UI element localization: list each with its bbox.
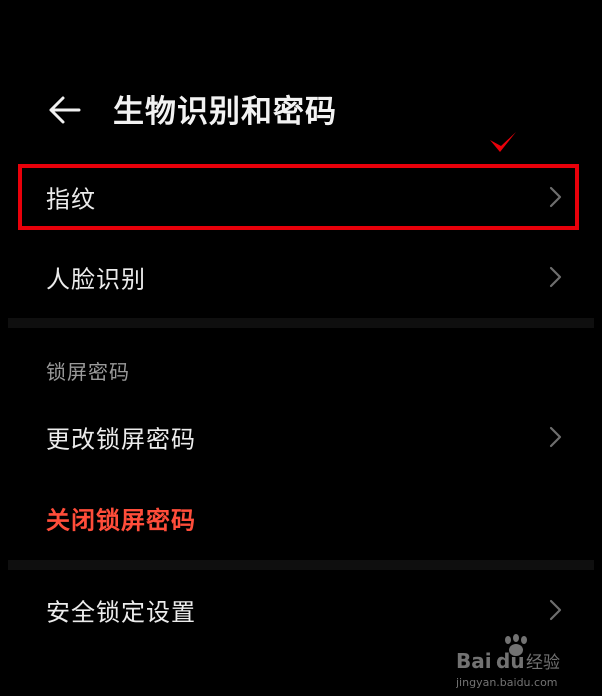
paw-logo-icon: Bai du 经验 jingyan.baidu.com (455, 634, 560, 689)
baidu-jingyan-watermark: Bai du 经验 jingyan.baidu.com (455, 632, 576, 692)
page-title: 生物识别和密码 (113, 94, 337, 130)
list-item-label: 关闭锁屏密码 (46, 506, 196, 535)
section-divider (8, 560, 594, 570)
svg-text:经验: 经验 (526, 653, 560, 673)
chevron-right-icon (549, 186, 562, 208)
svg-text:jingyan.baidu.com: jingyan.baidu.com (456, 676, 558, 689)
chevron-right-icon (549, 266, 562, 288)
svg-text:du: du (496, 649, 525, 673)
annotation-check-icon (490, 132, 516, 152)
list-item-label: 安全锁定设置 (46, 598, 196, 627)
svg-text:Bai: Bai (456, 649, 492, 673)
list-item-change-lock-password[interactable]: 更改锁屏密码 (0, 402, 602, 472)
chevron-right-icon (549, 599, 562, 621)
section-title-lock-password: 锁屏密码 (46, 360, 130, 384)
back-button[interactable] (40, 90, 88, 130)
section-divider (8, 318, 594, 328)
turn-off-lock-password-button[interactable]: 关闭锁屏密码 (0, 483, 602, 553)
list-item-label: 更改锁屏密码 (46, 425, 196, 454)
list-item-fingerprint[interactable]: 指纹 (0, 162, 602, 232)
chevron-right-icon (549, 426, 562, 448)
list-item-face-recognition[interactable]: 人脸识别 (0, 242, 602, 312)
list-item-label: 指纹 (46, 185, 96, 214)
list-item-label: 人脸识别 (46, 265, 146, 294)
arrow-left-icon (49, 96, 81, 124)
